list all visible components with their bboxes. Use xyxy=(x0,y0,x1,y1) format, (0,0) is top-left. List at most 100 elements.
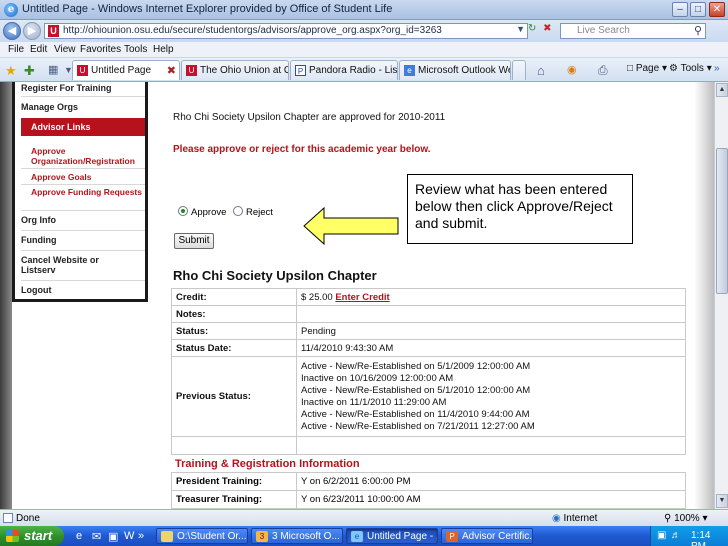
quicklaunch-more-icon[interactable]: » xyxy=(138,530,144,542)
zoom-control[interactable]: ⚲ 100% ▾ xyxy=(664,513,708,524)
menu-favorites[interactable]: Favorites xyxy=(80,44,121,55)
radio-unselected-icon[interactable] xyxy=(233,206,243,216)
previous-status-list: Active - New/Re-Established on 5/1/2009 … xyxy=(296,356,686,437)
sidebar-item-funding[interactable]: Funding xyxy=(21,235,145,245)
back-button[interactable]: ◀ xyxy=(3,22,21,40)
sidebar-item-advisor-links[interactable]: Advisor Links xyxy=(21,118,145,136)
table-row: Status Date: 11/4/2010 9:43:30 AM xyxy=(171,339,686,357)
advisor-sidebar: Register For Training Manage Orgs Adviso… xyxy=(12,82,148,302)
home-icon[interactable]: ⌂ xyxy=(537,63,545,78)
menu-file[interactable]: File xyxy=(8,44,24,55)
radio-selected-icon[interactable] xyxy=(178,206,188,216)
maximize-button[interactable]: □ xyxy=(690,2,706,17)
sidebar-item-approve-funding[interactable]: Approve Funding Requests xyxy=(31,187,143,197)
security-zone[interactable]: ◉ Internet xyxy=(552,513,597,524)
address-dropdown-icon[interactable]: ▼ xyxy=(516,24,525,34)
search-icon[interactable]: ⚲ xyxy=(694,24,702,37)
windows-taskbar: start e ✉ ▣ W » O:\Student Or... 3 3 Mic… xyxy=(0,526,728,546)
scroll-up-icon[interactable]: ▲ xyxy=(716,83,728,97)
tab-untitled-page[interactable]: U Untitled Page ✖ xyxy=(72,60,180,80)
print-icon[interactable]: ⎙ xyxy=(598,63,608,78)
quick-tabs-icon[interactable]: ▦ xyxy=(48,63,58,76)
address-bar[interactable]: U http://ohiounion.osu.edu/secure/studen… xyxy=(44,23,528,39)
vertical-scrollbar[interactable]: ▲ ▼ xyxy=(714,82,728,509)
task-label: 3 Microsoft O... xyxy=(272,531,340,542)
approve-radio-label: Approve xyxy=(191,207,227,218)
search-input[interactable]: Live Search xyxy=(577,25,630,36)
treasurer-training-value: Y on 6/23/2011 10:00:00 AM xyxy=(296,490,686,509)
sidebar-item-approve-registration[interactable]: Approve Organization/Registration xyxy=(31,146,143,166)
tab-pandora[interactable]: P Pandora Radio - Listen ... xyxy=(290,60,398,80)
table-row: Credit: $ 25.00 Enter Credit xyxy=(171,288,686,306)
menu-view[interactable]: View xyxy=(54,44,76,55)
reject-radio[interactable]: Reject xyxy=(233,206,273,218)
sidebar-item-register-training[interactable]: Register For Training xyxy=(21,83,145,93)
sidebar-item-manage-orgs[interactable]: Manage Orgs xyxy=(21,102,145,112)
sidebar-item-logout[interactable]: Logout xyxy=(21,285,145,295)
refresh-icon[interactable]: ↻ xyxy=(528,23,536,34)
task-internet-explorer[interactable]: e Untitled Page - ... xyxy=(346,528,438,544)
quicklaunch-ie-icon[interactable]: e xyxy=(76,530,82,542)
quicklaunch-word-icon[interactable]: W xyxy=(124,530,134,542)
ie-icon: e xyxy=(351,531,363,542)
tab-label: The Ohio Union at Ohio ... xyxy=(200,65,288,76)
stop-icon[interactable]: ✖ xyxy=(543,23,551,34)
favorites-star-icon[interactable]: ★ xyxy=(5,63,17,79)
refresh-stop-buttons[interactable]: ↻ ✖ xyxy=(528,23,558,39)
menu-help[interactable]: Help xyxy=(153,44,174,55)
tab-close-icon[interactable]: ✖ xyxy=(167,64,176,77)
enter-credit-link[interactable]: Enter Credit xyxy=(335,292,389,303)
add-favorites-icon[interactable]: ✚ xyxy=(24,63,35,79)
task-outlook[interactable]: 3 3 Microsoft O... xyxy=(251,528,343,544)
toolbar-overflow-icon[interactable]: » xyxy=(714,63,720,74)
page-menu-label: Page xyxy=(635,63,660,74)
forward-button[interactable]: ▶ xyxy=(23,22,41,40)
menu-edit[interactable]: Edit xyxy=(30,44,47,55)
table-row: Treasurer Training: Y on 6/23/2011 10:00… xyxy=(171,490,686,509)
tab-outlook[interactable]: e Microsoft Outlook Web ... xyxy=(399,60,511,80)
quicklaunch-desktop-icon[interactable]: ▣ xyxy=(108,530,118,543)
quicklaunch-outlook-icon[interactable]: ✉ xyxy=(92,530,101,543)
gear-icon: ⚙ xyxy=(669,63,678,74)
address-row: ◀ ▶ U http://ohiounion.osu.edu/secure/st… xyxy=(0,20,728,42)
page-icon: □ xyxy=(627,63,634,74)
sidebar-item-org-info[interactable]: Org Info xyxy=(21,215,145,225)
status-label: Status: xyxy=(171,322,297,340)
scroll-thumb[interactable] xyxy=(716,148,728,294)
page-menu[interactable]: □ Page ▾ xyxy=(627,63,667,74)
close-button[interactable]: ✕ xyxy=(709,2,725,17)
tools-menu[interactable]: ⚙ Tools ▾ xyxy=(669,63,712,74)
approve-radio[interactable]: Approve xyxy=(178,206,226,218)
training-section-header: Training & Registration Information xyxy=(171,454,686,472)
sidebar-item-approve-goals[interactable]: Approve Goals xyxy=(31,172,143,182)
right-decoration xyxy=(694,82,714,509)
menu-tools[interactable]: Tools xyxy=(124,44,147,55)
start-button[interactable]: start xyxy=(0,526,64,546)
feeds-icon[interactable]: ◉ xyxy=(567,63,577,76)
minimize-button[interactable]: – xyxy=(672,2,688,17)
sidebar-item-cancel-website[interactable]: Cancel Website or Listserv xyxy=(21,255,121,275)
instruction-callout: Review what has been entered below then … xyxy=(407,174,633,244)
search-box[interactable]: Live Search ⚲ xyxy=(560,23,706,39)
network-icon[interactable]: ▣ xyxy=(657,530,666,541)
submit-button[interactable]: Submit xyxy=(174,233,214,249)
previous-status-entry: Active - New/Re-Established on 7/21/2011… xyxy=(301,420,535,432)
previous-status-entry: Inactive on 10/16/2009 12:00:00 AM xyxy=(301,372,454,384)
internet-explorer-icon: e xyxy=(4,3,18,17)
president-training-label: President Training: xyxy=(171,472,297,491)
folder-icon xyxy=(161,531,173,542)
scroll-down-icon[interactable]: ▼ xyxy=(716,494,728,508)
status-date-value: 11/4/2010 9:43:30 AM xyxy=(296,339,686,357)
tab-ohio-union[interactable]: U The Ohio Union at Ohio ... xyxy=(181,60,289,80)
address-url[interactable]: http://ohiounion.osu.edu/secure/studento… xyxy=(63,25,442,36)
new-tab-button[interactable] xyxy=(512,60,526,80)
training-header: Training & Registration Information xyxy=(175,458,360,470)
table-row: President Training: Y on 6/2/2011 6:00:0… xyxy=(171,472,686,491)
notes-label: Notes: xyxy=(171,305,297,323)
windows-logo-icon xyxy=(6,530,19,542)
task-explorer[interactable]: O:\Student Or... xyxy=(156,528,248,544)
task-powerpoint[interactable]: P Advisor Certific... xyxy=(441,528,533,544)
volume-icon[interactable]: ♬ xyxy=(671,530,681,541)
task-label: Untitled Page - ... xyxy=(367,531,438,542)
zoom-icon: ⚲ xyxy=(664,513,672,524)
